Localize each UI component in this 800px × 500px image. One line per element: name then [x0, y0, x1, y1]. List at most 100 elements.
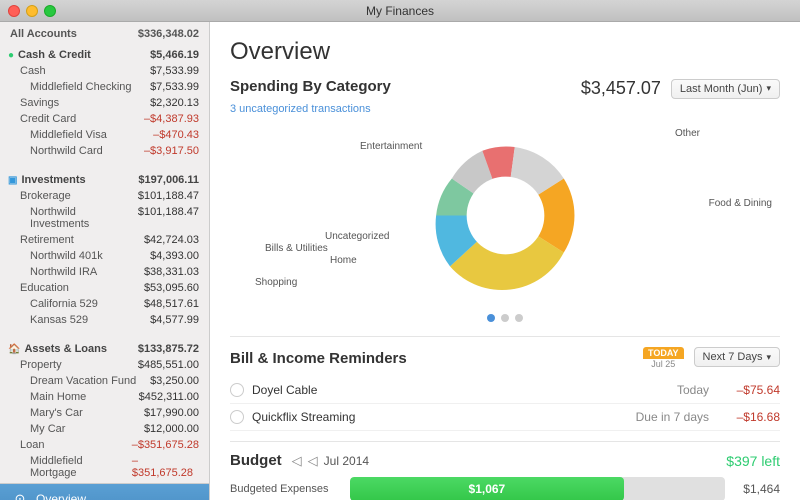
legend-bills: Bills & Utilities: [265, 243, 328, 254]
bill-item-2: Quickflix Streaming Due in 7 days –$16.6…: [230, 404, 780, 431]
spending-amount: $3,457.07: [581, 78, 661, 99]
spending-section: Spending By Category $3,457.07 Last Mont…: [230, 78, 780, 322]
cash-group-label: ● Cash & Credit: [8, 49, 91, 61]
list-item: Middlefield Checking $7,533.99: [0, 79, 209, 95]
list-item: My Car $12,000.00: [0, 421, 209, 437]
budget-spent: $1,067: [469, 482, 506, 496]
budget-header: Budget ◁ ◁ Jul 2014 $397 left: [230, 452, 780, 469]
bill-list: Doyel Cable Today –$75.64 Quickflix Stre…: [230, 377, 780, 431]
bill-period-dropdown[interactable]: Next 7 Days ▾: [694, 347, 780, 367]
assets-group-label: 🏠 Assets & Loans: [8, 343, 107, 355]
window-controls: [8, 5, 56, 17]
cash-group-header: ● Cash & Credit $5,466.19: [0, 46, 209, 63]
bill-due-1: Today: [599, 383, 709, 397]
sidebar-nav-label-overview: Overview: [36, 492, 86, 500]
budget-bar: $1,067: [350, 477, 725, 500]
all-accounts-label: All Accounts: [10, 28, 77, 40]
bill-amount-2: –$16.68: [725, 410, 780, 424]
list-item: Main Home $452,311.00: [0, 389, 209, 405]
list-item: Kansas 529 $4,577.99: [0, 312, 209, 328]
list-item: Dream Vacation Fund $3,250.00: [0, 373, 209, 389]
list-item: Northwild Investments $101,188.47: [0, 204, 209, 232]
legend-uncategorized: Uncategorized: [325, 231, 389, 242]
list-item: Cash $7,533.99: [0, 63, 209, 79]
spending-title: Spending By Category: [230, 78, 391, 95]
list-item: Savings $2,320.13: [0, 95, 209, 111]
uncategorized-link[interactable]: 3 uncategorized transactions: [230, 103, 780, 115]
bill-amount-1: –$75.64: [725, 383, 780, 397]
spending-header: Spending By Category $3,457.07 Last Mont…: [230, 78, 780, 99]
list-item: Retirement $42,724.03: [0, 232, 209, 248]
list-item: Middlefield Visa –$470.43: [0, 127, 209, 143]
maximize-button[interactable]: [44, 5, 56, 17]
legend-shopping: Shopping: [255, 277, 297, 288]
bill-name-2: Quickflix Streaming: [252, 410, 591, 424]
budget-left-label: $397 left: [726, 453, 780, 469]
all-accounts-amount: $336,348.02: [138, 28, 199, 40]
legend-home: Home: [330, 255, 357, 266]
today-badge: TODAY: [643, 347, 684, 359]
list-item: Credit Card –$4,387.93: [0, 111, 209, 127]
sidebar-section-investments: ▣ Investments $197,006.11 Brokerage $101…: [0, 169, 209, 330]
list-item: Northwild 401k $4,393.00: [0, 248, 209, 264]
chart-dot-2[interactable]: [501, 314, 509, 322]
budget-section: Budget ◁ ◁ Jul 2014 $397 left Budgeted E…: [230, 441, 780, 500]
donut-hole: [466, 177, 544, 255]
close-button[interactable]: [8, 5, 20, 17]
bill-reminders-title: Bill & Income Reminders: [230, 350, 407, 367]
bill-reminders-section: Bill & Income Reminders TODAY Jul 25 Nex…: [230, 336, 780, 431]
bill-due-2: Due in 7 days: [599, 410, 709, 424]
today-marker: TODAY Jul 25: [643, 347, 684, 369]
budget-prev-button[interactable]: ◁: [292, 453, 302, 469]
budget-period-nav: ◁ ◁ Jul 2014: [292, 453, 369, 469]
main-content: Overview Spending By Category $3,457.07 …: [210, 22, 800, 500]
chevron-down-icon: ▾: [766, 83, 771, 94]
list-item: Mary's Car $17,990.00: [0, 405, 209, 421]
spending-chart: Food & Dining Shopping Bills & Utilities…: [230, 123, 780, 308]
today-date: Jul 25: [643, 359, 684, 369]
sidebar-section-cash: ● Cash & Credit $5,466.19 Cash $7,533.99…: [0, 44, 209, 161]
list-item: Northwild Card –$3,917.50: [0, 143, 209, 159]
list-item: California 529 $48,517.61: [0, 296, 209, 312]
bill-header-right: TODAY Jul 25 Next 7 Days ▾: [643, 347, 780, 369]
bill-checkbox-2[interactable]: [230, 410, 244, 424]
list-item: Middlefield Mortgage –$351,675.28: [0, 453, 209, 481]
bill-checkbox-1[interactable]: [230, 383, 244, 397]
budget-total: $1,464: [735, 482, 780, 496]
budget-expenses-label: Budgeted Expenses: [230, 483, 340, 495]
title-bar: My Finances: [0, 0, 800, 22]
spending-header-right: $3,457.07 Last Month (Jun) ▾: [581, 78, 780, 99]
sidebar-item-overview[interactable]: ⊙ Overview: [0, 484, 209, 500]
page-title: Overview: [230, 38, 780, 66]
list-item: Property $485,551.00: [0, 357, 209, 373]
budget-title-group: Budget ◁ ◁ Jul 2014: [230, 452, 369, 469]
app-body: All Accounts $336,348.02 ● Cash & Credit…: [0, 22, 800, 500]
sidebar-nav: ⊙ Overview 📊 Reports 📅 Bill Reminders: [0, 483, 209, 500]
list-item: Education $53,095.60: [0, 280, 209, 296]
sidebar: All Accounts $336,348.02 ● Cash & Credit…: [0, 22, 210, 500]
legend-food: Food & Dining: [709, 198, 772, 209]
sidebar-section-assets: 🏠 Assets & Loans $133,875.72 Property $4…: [0, 338, 209, 483]
budget-bar-container: Budgeted Expenses $1,067 $1,464: [230, 477, 780, 500]
budget-period: Jul 2014: [324, 454, 369, 468]
budget-bar-fill: $1,067: [350, 477, 624, 500]
investments-group-label: ▣ Investments: [8, 174, 86, 186]
bill-reminders-header: Bill & Income Reminders TODAY Jul 25 Nex…: [230, 347, 780, 369]
budget-title: Budget: [230, 452, 282, 469]
bill-item-1: Doyel Cable Today –$75.64: [230, 377, 780, 404]
all-accounts-header: All Accounts $336,348.02: [0, 22, 209, 44]
budget-prev2-button[interactable]: ◁: [308, 453, 318, 469]
minimize-button[interactable]: [26, 5, 38, 17]
investments-group-header: ▣ Investments $197,006.11: [0, 171, 209, 188]
bill-name-1: Doyel Cable: [252, 383, 591, 397]
chart-dot-3[interactable]: [515, 314, 523, 322]
spending-period-dropdown[interactable]: Last Month (Jun) ▾: [671, 79, 780, 99]
overview-icon: ⊙: [12, 491, 28, 500]
list-item: Loan –$351,675.28: [0, 437, 209, 453]
list-item: Brokerage $101,188.47: [0, 188, 209, 204]
donut-chart-svg: [413, 123, 598, 308]
window-title: My Finances: [366, 4, 434, 18]
list-item: Northwild IRA $38,331.03: [0, 264, 209, 280]
chart-dot-1[interactable]: [487, 314, 495, 322]
assets-group-header: 🏠 Assets & Loans $133,875.72: [0, 340, 209, 357]
